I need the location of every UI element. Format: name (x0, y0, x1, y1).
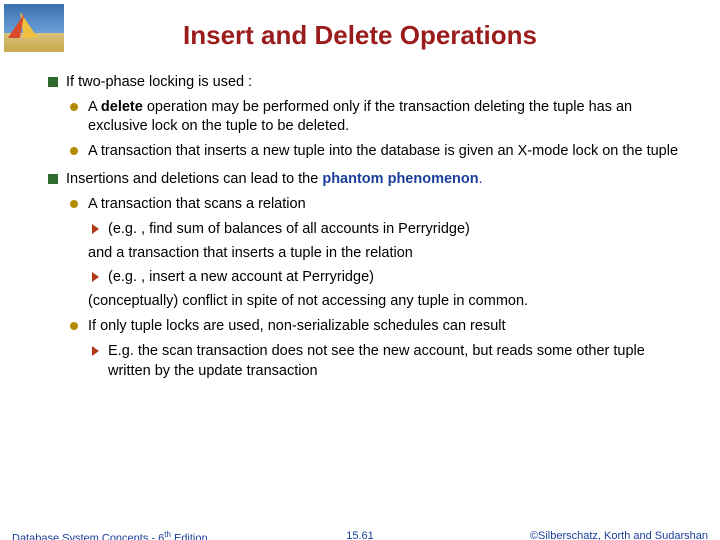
text: and a transaction that inserts a tuple i… (88, 245, 413, 261)
text: A transaction that scans a relation (88, 196, 306, 212)
text: (e.g. , insert a new account at Perryrid… (108, 269, 374, 285)
text: If two-phase locking is used : (66, 74, 252, 90)
text: If only tuple locks are used, non-serial… (88, 318, 506, 334)
bullet-lvl3: (e.g. , insert a new account at Perryrid… (92, 268, 690, 287)
bullet-lvl3: (e.g. , find sum of balances of all acco… (92, 220, 690, 239)
logo-image (4, 4, 64, 52)
bullet-lvl3: E.g. the scan transaction does not see t… (92, 342, 690, 380)
text: Insertions and deletions can lead to the (66, 171, 322, 187)
slide-title: Insert and Delete Operations (0, 0, 720, 65)
text: A transaction that inserts a new tuple i… (88, 143, 678, 159)
text: E.g. the scan transaction does not see t… (108, 343, 645, 378)
bullet-lvl2: A delete operation may be performed only… (70, 98, 690, 136)
footer-right: ©Silberschatz, Korth and Sudarshan (530, 530, 708, 540)
continuation-text: (conceptually) conflict in spite of not … (88, 292, 690, 311)
text: A (88, 99, 101, 115)
text: (e.g. , find sum of balances of all acco… (108, 221, 470, 237)
continuation-text: and a transaction that inserts a tuple i… (88, 244, 690, 263)
bullet-lvl2: A transaction that inserts a new tuple i… (70, 142, 690, 161)
bullet-lvl2: A transaction that scans a relation (70, 195, 690, 214)
text: (conceptually) conflict in spite of not … (88, 293, 528, 309)
bullet-lvl2: If only tuple locks are used, non-serial… (70, 317, 690, 336)
slide-body: If two-phase locking is used : A delete … (0, 73, 720, 381)
text: . (479, 171, 483, 187)
phantom-term: phantom phenomenon (322, 171, 478, 187)
bullet-lvl1: If two-phase locking is used : (48, 73, 690, 92)
bullet-lvl1: Insertions and deletions can lead to the… (48, 170, 690, 189)
text: operation may be performed only if the t… (88, 99, 632, 134)
text-bold: delete (101, 99, 143, 115)
